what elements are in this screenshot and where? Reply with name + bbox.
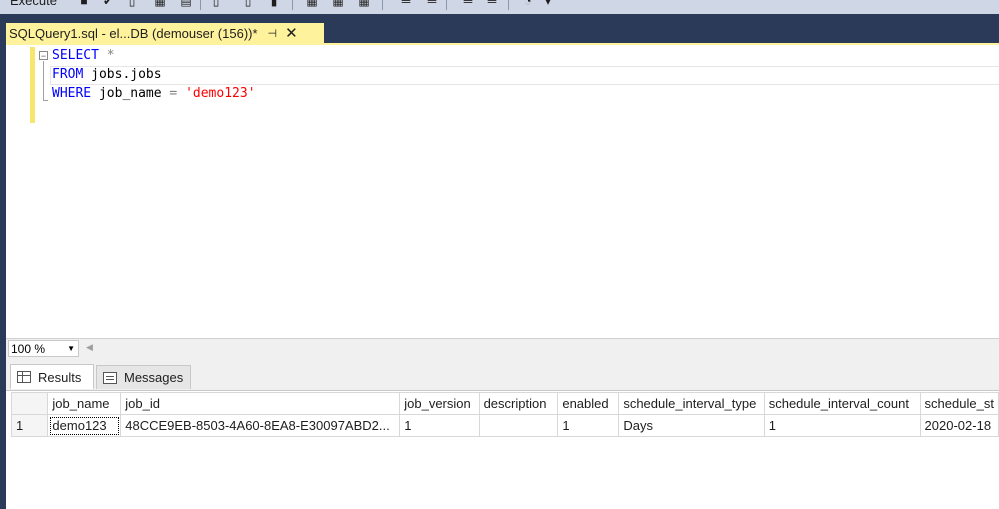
results-to-icon[interactable]: ▤ — [178, 0, 194, 8]
outdent-icon[interactable]: ═ — [398, 0, 414, 8]
row-header-corner[interactable] — [10, 392, 49, 415]
fold-guide-end — [43, 100, 48, 101]
display-plan-icon[interactable]: ▦ — [152, 0, 168, 8]
table-cell[interactable]: 1 — [763, 414, 921, 437]
pin-icon[interactable]: ⊣ — [268, 27, 278, 40]
column-header[interactable]: schedule_interval_type — [618, 392, 765, 415]
uncomment-lines-icon[interactable]: ═ — [484, 0, 500, 8]
zoom-dropdown[interactable]: 100 % ▼ — [8, 340, 79, 357]
tab-results-label: Results — [38, 369, 82, 385]
code-line-2[interactable]: FROM jobs.jobs — [52, 65, 162, 84]
table-cell[interactable] — [478, 414, 559, 437]
zoom-value: 100 % — [11, 342, 46, 356]
table-cell[interactable]: Days — [618, 414, 765, 437]
zoom-bar: 100 % ▼ ◀ — [6, 338, 999, 359]
grid-icon — [17, 371, 31, 383]
tab-title: SQLQuery1.sql - el...DB (demouser (156))… — [9, 25, 258, 41]
code-line-3[interactable]: WHERE job_name = 'demo123' — [52, 84, 256, 103]
parse-icon[interactable]: ▯ — [124, 0, 140, 8]
indent-icon[interactable]: ▮ — [266, 0, 282, 8]
table-cell[interactable]: 48CCE9EB-8503-4A60-8EA8-E30097ABD2... — [120, 414, 401, 437]
comment-icon[interactable]: ▯ — [208, 0, 224, 8]
column-header[interactable]: schedule_st — [919, 392, 999, 415]
collapse-icon[interactable]: − — [39, 51, 48, 61]
result-tabs: Results Messages — [6, 358, 999, 390]
close-icon[interactable]: ✕ — [285, 26, 298, 41]
check-icon[interactable]: ✔ — [100, 0, 116, 8]
results-file-icon[interactable]: ▦ — [356, 0, 372, 8]
results-text-icon[interactable]: ▦ — [330, 0, 346, 8]
column-header[interactable]: enabled — [557, 392, 620, 415]
column-header[interactable]: schedule_interval_count — [763, 392, 921, 415]
table-row[interactable]: 1 demo123 48CCE9EB-8503-4A60-8EA8-E30097… — [10, 414, 999, 437]
column-header[interactable]: job_name — [47, 392, 122, 415]
messages-icon — [103, 371, 117, 384]
toolbar: Execute ■ ✔ ▯ ▦ ▤ ▯ ▯ ▮ ▦ ▦ ▦ ═ ═ ═ ═ ◔ … — [0, 0, 999, 14]
fold-guide — [43, 61, 44, 101]
results-grid-icon[interactable]: ▦ — [304, 0, 320, 8]
execute-button[interactable]: Execute — [10, 0, 57, 8]
results-table: job_name job_id job_version description … — [10, 392, 999, 437]
table-cell[interactable]: 1 — [399, 414, 480, 437]
column-header[interactable]: job_version — [399, 392, 480, 415]
comment-lines-icon[interactable]: ═ — [460, 0, 476, 8]
row-number[interactable]: 1 — [10, 414, 49, 437]
column-header[interactable]: job_id — [120, 392, 401, 415]
stop-icon[interactable]: ■ — [76, 0, 92, 8]
uncomment-icon[interactable]: ▯ — [240, 0, 256, 8]
header-row: job_name job_id job_version description … — [10, 392, 999, 415]
chevron-down-icon: ▼ — [67, 344, 75, 353]
editor-document-tab[interactable]: SQLQuery1.sql - el...DB (demouser (156))… — [6, 23, 324, 43]
code-line-1[interactable]: SELECT * — [52, 46, 115, 65]
specify-values-icon[interactable]: ◔ — [520, 0, 536, 8]
tab-results[interactable]: Results — [10, 364, 94, 389]
column-header[interactable]: description — [478, 392, 559, 415]
current-line-highlight — [50, 66, 999, 85]
decrease-indent-icon[interactable]: ═ — [424, 0, 440, 8]
table-cell[interactable]: 2020-02-18 — [919, 414, 999, 437]
query-editor[interactable]: − SELECT * FROM jobs.jobs WHERE job_name… — [6, 45, 999, 338]
scroll-left-icon[interactable]: ◀ — [86, 342, 93, 353]
table-cell[interactable]: 1 — [557, 414, 620, 437]
table-cell[interactable]: demo123 — [47, 414, 122, 437]
change-tracking-bar — [30, 47, 35, 123]
toolbar-overflow-icon[interactable]: ▾ — [540, 0, 556, 8]
results-grid[interactable]: job_name job_id job_version description … — [6, 390, 999, 509]
tab-messages[interactable]: Messages — [96, 365, 191, 389]
tab-messages-label: Messages — [124, 370, 184, 385]
